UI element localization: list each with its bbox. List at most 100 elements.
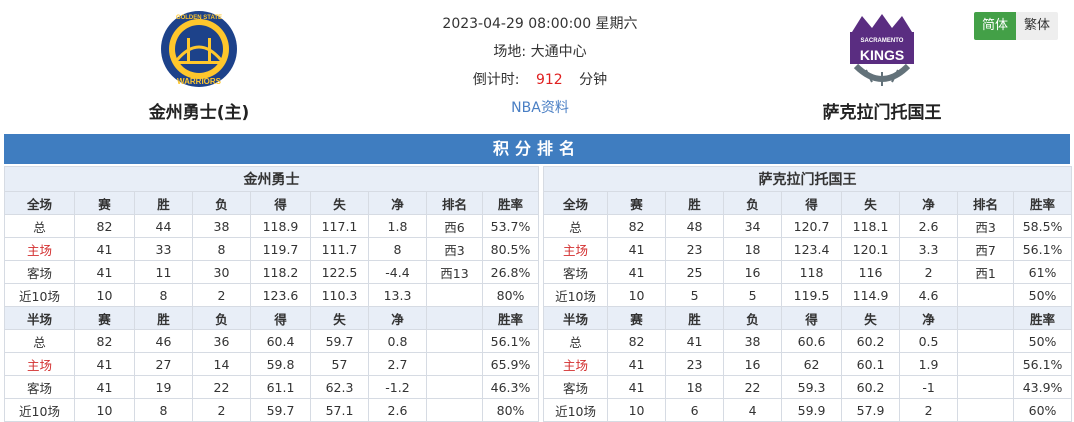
table-cell: 41 <box>74 375 135 399</box>
table-cell: 118.2 <box>250 260 311 284</box>
table-row: 主场 41 27 14 59.8 57 2.7 65.9% <box>4 352 540 376</box>
table-cell: 41 <box>607 260 667 284</box>
table-cell: 2.6 <box>899 214 959 238</box>
table-cell: 10 <box>74 283 135 307</box>
svg-text:WARRIORS: WARRIORS <box>177 77 222 86</box>
column-header: 胜 <box>134 191 193 215</box>
table-cell: 59.7 <box>310 329 369 353</box>
table-cell: 117.1 <box>310 214 369 238</box>
table-cell: 111.7 <box>310 237 369 261</box>
table-cell: 41 <box>74 260 135 284</box>
table-cell: 8 <box>134 398 193 422</box>
table-cell: 西6 <box>426 214 483 238</box>
table-cell: 80.5% <box>481 237 540 261</box>
table-cell <box>957 375 1015 399</box>
away-team: SACRAMENTO KINGS 萨克拉门托国王 <box>782 8 982 123</box>
warriors-logo[interactable]: GOLDEN STATE WARRIORS <box>159 8 239 90</box>
row-label: 主场 <box>543 237 609 261</box>
table-cell: 22 <box>723 375 783 399</box>
table-row: 总 82 44 38 118.9 117.1 1.8 西6 53.7% <box>4 214 540 238</box>
column-header: 负 <box>192 306 251 330</box>
table-cell: 2 <box>192 283 251 307</box>
away-standings-table: 萨克拉门托国王 全场赛胜负得失净排名 胜率总 82 48 34 120.7 118.1 2.6 西… <box>543 166 1073 422</box>
column-header: 赛 <box>607 191 667 215</box>
column-header: 排名 <box>957 191 1015 215</box>
table-cell: 60.4 <box>250 329 311 353</box>
table-cell: 57.9 <box>841 398 901 422</box>
table-cell: 5 <box>665 283 725 307</box>
table-cell: 59.7 <box>250 398 311 422</box>
traditional-chinese-button[interactable]: 繁体 <box>1016 12 1058 40</box>
table-cell: 118.1 <box>841 214 901 238</box>
column-header: 失 <box>841 191 901 215</box>
table-cell: 0.8 <box>368 329 427 353</box>
table-row: 客场 41 11 30 118.2 122.5 -4.4 西13 26.8% <box>4 260 540 284</box>
kings-logo[interactable]: SACRAMENTO KINGS <box>842 8 922 90</box>
table-cell: 8 <box>368 237 427 261</box>
match-info: 2023-04-29 08:00:00 星期六 场地: 大通中心 倒计时: 91… <box>390 10 690 122</box>
column-header: 负 <box>192 191 251 215</box>
column-header: 得 <box>781 191 843 215</box>
table-cell: 57.1 <box>310 398 369 422</box>
table-cell: 西1 <box>957 260 1015 284</box>
column-header: 胜率 <box>1013 306 1073 330</box>
table-cell: 25 <box>665 260 725 284</box>
column-header: 赛 <box>607 306 667 330</box>
row-label: 近10场 <box>543 398 609 422</box>
table-cell: 1.9 <box>899 352 959 376</box>
nba-info-link[interactable]: NBA资料 <box>511 100 569 116</box>
table-row: 客场 41 25 16 118 116 2 西1 61% <box>543 260 1073 284</box>
table-cell: -4.4 <box>368 260 427 284</box>
table-cell: 41 <box>607 375 667 399</box>
table-cell: 120.1 <box>841 237 901 261</box>
svg-text:SACRAMENTO: SACRAMENTO <box>861 38 904 44</box>
table-cell <box>426 375 483 399</box>
column-header <box>957 306 1015 330</box>
table-cell: 38 <box>192 214 251 238</box>
column-header: 胜率 <box>481 191 540 215</box>
row-label: 客场 <box>543 260 609 284</box>
svg-text:KINGS: KINGS <box>860 47 904 63</box>
match-venue: 场地: 大通中心 <box>493 44 587 60</box>
table-cell: 48 <box>665 214 725 238</box>
table-cell: 65.9% <box>481 352 540 376</box>
table-row: 总 82 48 34 120.7 118.1 2.6 西3 58.5% <box>543 214 1073 238</box>
table-cell: 41 <box>74 237 135 261</box>
table-cell: 34 <box>723 214 783 238</box>
table-cell: 2 <box>899 260 959 284</box>
column-header: 得 <box>250 191 311 215</box>
table-cell: 西3 <box>426 237 483 261</box>
table-cell: 10 <box>74 398 135 422</box>
table-cell: -1 <box>899 375 959 399</box>
match-header: GOLDEN STATE WARRIORS 金州勇士(主) 2023-04-29… <box>0 0 1074 134</box>
table-cell: 80% <box>481 283 540 307</box>
table-row: 客场 41 19 22 61.1 62.3 -1.2 46.3% <box>4 375 540 399</box>
row-label: 客场 <box>543 375 609 399</box>
table-cell: 4.6 <box>899 283 959 307</box>
home-team: GOLDEN STATE WARRIORS 金州勇士(主) <box>99 8 299 123</box>
simplified-chinese-button[interactable]: 简体 <box>974 12 1016 40</box>
table-cell: 14 <box>192 352 251 376</box>
column-header: 净 <box>368 306 427 330</box>
table-cell: 59.9 <box>781 398 843 422</box>
home-team-name: 金州勇士(主) <box>148 103 250 123</box>
column-header: 失 <box>841 306 901 330</box>
column-header: 失 <box>310 306 369 330</box>
table-cell: 110.3 <box>310 283 369 307</box>
table-cell: 10 <box>607 283 667 307</box>
table-cell: 123.4 <box>781 237 843 261</box>
table-cell: 82 <box>607 214 667 238</box>
column-header: 负 <box>723 191 783 215</box>
table-cell: 23 <box>665 352 725 376</box>
column-header: 全场 <box>543 191 609 215</box>
column-header: 净 <box>899 306 959 330</box>
table-cell: 58.5% <box>1013 214 1073 238</box>
table-cell: 13.3 <box>368 283 427 307</box>
table-cell: 60% <box>1013 398 1073 422</box>
row-label: 近10场 <box>543 283 609 307</box>
table-row: 主场 41 33 8 119.7 111.7 8 西3 80.5% <box>4 237 540 261</box>
table-cell: 44 <box>134 214 193 238</box>
table-cell: 41 <box>607 237 667 261</box>
table-cell <box>957 283 1015 307</box>
table-row: 近10场 10 5 5 119.5 114.9 4.6 50% <box>543 283 1073 307</box>
